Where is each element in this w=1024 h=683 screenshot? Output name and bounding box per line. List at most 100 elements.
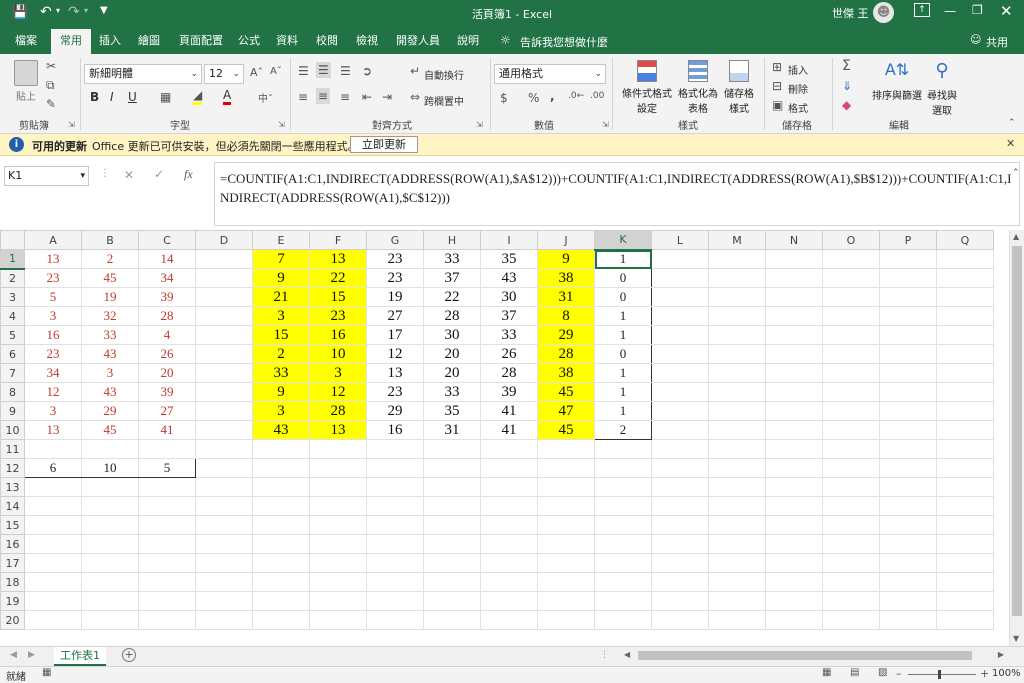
cell-J3[interactable]: 31	[537, 287, 595, 307]
cell-Q19[interactable]	[936, 591, 994, 611]
cell-G18[interactable]	[366, 572, 424, 592]
cell-C16[interactable]	[138, 534, 196, 554]
cell-H10[interactable]: 31	[423, 420, 481, 440]
cell-styles-button[interactable]: 儲存格 樣式	[720, 60, 758, 115]
row-header[interactable]: 14	[0, 496, 25, 516]
cell-N11[interactable]	[765, 439, 823, 459]
cell-J13[interactable]	[537, 477, 595, 497]
cell-K4[interactable]: 1	[594, 306, 652, 326]
cell-J18[interactable]	[537, 572, 595, 592]
cell-J14[interactable]	[537, 496, 595, 516]
cell-B2[interactable]: 45	[81, 268, 139, 288]
cell-C18[interactable]	[138, 572, 196, 592]
cell-H18[interactable]	[423, 572, 481, 592]
cell-C20[interactable]	[138, 610, 196, 630]
cell-J17[interactable]	[537, 553, 595, 573]
align-middle-icon[interactable]: ☰	[316, 62, 331, 78]
cell-M1[interactable]	[708, 249, 766, 269]
cell-G4[interactable]: 27	[366, 306, 424, 326]
align-top-icon[interactable]: ☰	[298, 64, 309, 78]
cell-P15[interactable]	[879, 515, 937, 535]
scroll-down-icon[interactable]: ▼	[1013, 634, 1019, 643]
cell-P5[interactable]	[879, 325, 937, 345]
cell-A15[interactable]	[24, 515, 82, 535]
column-header[interactable]: H	[423, 230, 481, 250]
column-header[interactable]: B	[81, 230, 139, 250]
cell-A14[interactable]	[24, 496, 82, 516]
font-name-select[interactable]: 新細明體 ⌄	[84, 64, 202, 84]
delete-cells-button[interactable]: 刪除	[788, 81, 808, 96]
cell-J7[interactable]: 38	[537, 363, 595, 383]
cell-E20[interactable]	[252, 610, 310, 630]
tab-page-layout[interactable]: 頁面配置	[173, 27, 229, 54]
cell-P2[interactable]	[879, 268, 937, 288]
number-format-select[interactable]: 通用格式 ⌄	[494, 64, 606, 84]
cell-A9[interactable]: 3	[24, 401, 82, 421]
cell-F7[interactable]: 3	[309, 363, 367, 383]
cell-I18[interactable]	[480, 572, 538, 592]
cell-Q2[interactable]	[936, 268, 994, 288]
fill-color-icon[interactable]: ◢	[193, 88, 203, 105]
cell-G8[interactable]: 23	[366, 382, 424, 402]
cell-K15[interactable]	[594, 515, 652, 535]
cell-H8[interactable]: 33	[423, 382, 481, 402]
cell-C12[interactable]: 5	[138, 458, 196, 478]
cell-O14[interactable]	[822, 496, 880, 516]
cell-I17[interactable]	[480, 553, 538, 573]
redo-icon[interactable]: ↷	[68, 4, 80, 20]
cell-M17[interactable]	[708, 553, 766, 573]
cell-C6[interactable]: 26	[138, 344, 196, 364]
cell-H2[interactable]: 37	[423, 268, 481, 288]
cell-D17[interactable]	[195, 553, 253, 573]
column-header[interactable]: J	[537, 230, 595, 250]
insert-cells-icon[interactable]: ⊞	[772, 60, 782, 74]
currency-icon[interactable]: $	[500, 91, 508, 105]
cell-O20[interactable]	[822, 610, 880, 630]
cell-P13[interactable]	[879, 477, 937, 497]
cell-O10[interactable]	[822, 420, 880, 440]
column-header[interactable]: E	[252, 230, 310, 250]
cell-N13[interactable]	[765, 477, 823, 497]
scroll-left-icon[interactable]: ◀	[624, 650, 630, 659]
cell-N16[interactable]	[765, 534, 823, 554]
fill-icon[interactable]: ⇓	[842, 79, 852, 93]
cell-J19[interactable]	[537, 591, 595, 611]
cell-D10[interactable]	[195, 420, 253, 440]
cell-B20[interactable]	[81, 610, 139, 630]
cell-F3[interactable]: 15	[309, 287, 367, 307]
cell-C13[interactable]	[138, 477, 196, 497]
cell-M12[interactable]	[708, 458, 766, 478]
format-as-table-button[interactable]: 格式化為 表格	[676, 60, 720, 115]
cell-M11[interactable]	[708, 439, 766, 459]
column-header[interactable]: Q	[936, 230, 994, 250]
cell-N10[interactable]	[765, 420, 823, 440]
conditional-format-button[interactable]: 條件式格式 設定	[620, 60, 674, 115]
cell-Q9[interactable]	[936, 401, 994, 421]
cell-N20[interactable]	[765, 610, 823, 630]
cell-A17[interactable]	[24, 553, 82, 573]
column-header[interactable]: A	[24, 230, 82, 250]
cell-O13[interactable]	[822, 477, 880, 497]
cell-L7[interactable]	[651, 363, 709, 383]
avatar[interactable]: ☻	[873, 2, 894, 23]
cell-P4[interactable]	[879, 306, 937, 326]
cell-D7[interactable]	[195, 363, 253, 383]
row-header[interactable]: 10	[0, 420, 25, 440]
cell-O5[interactable]	[822, 325, 880, 345]
copy-icon[interactable]: ⧉	[46, 78, 55, 93]
tab-home[interactable]: 常用	[51, 29, 91, 54]
cell-F10[interactable]: 13	[309, 420, 367, 440]
row-header[interactable]: 18	[0, 572, 25, 592]
scroll-right-icon[interactable]: ▶	[998, 650, 1004, 659]
cell-Q3[interactable]	[936, 287, 994, 307]
cell-E18[interactable]	[252, 572, 310, 592]
cell-M5[interactable]	[708, 325, 766, 345]
cell-P17[interactable]	[879, 553, 937, 573]
tab-view[interactable]: 檢視	[350, 27, 384, 54]
cell-N9[interactable]	[765, 401, 823, 421]
phonetic-icon[interactable]: 中ˇ	[258, 90, 273, 105]
italic-icon[interactable]: I	[110, 90, 114, 104]
cell-C9[interactable]: 27	[138, 401, 196, 421]
cell-K16[interactable]	[594, 534, 652, 554]
cell-L9[interactable]	[651, 401, 709, 421]
